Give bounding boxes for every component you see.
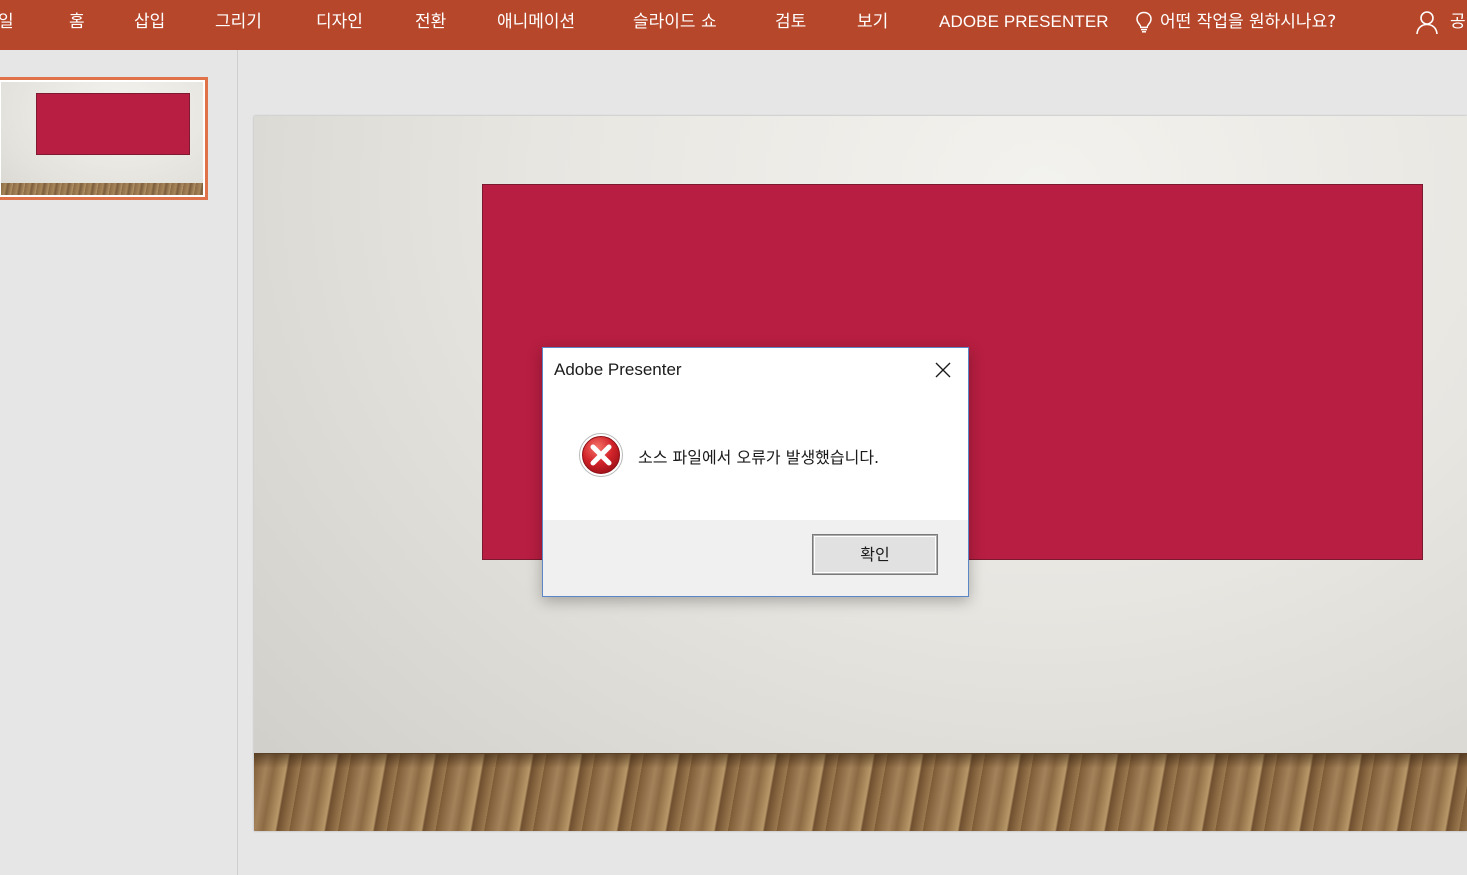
thumbnail-shape bbox=[36, 93, 190, 155]
thumbnail-preview bbox=[1, 82, 203, 195]
tab-transitions[interactable]: 전환 bbox=[415, 0, 446, 44]
thumbnail-floor bbox=[1, 183, 203, 195]
tab-adobe-presenter[interactable]: ADOBE PRESENTER bbox=[939, 0, 1109, 44]
error-dialog: Adobe Presenter 소스 파일에서 오류가 발생했습니다. 확인 bbox=[542, 347, 969, 597]
tab-file[interactable]: 일 bbox=[0, 0, 14, 44]
close-icon bbox=[935, 362, 951, 378]
dialog-title: Adobe Presenter bbox=[554, 360, 682, 379]
user-icon[interactable] bbox=[1414, 9, 1440, 35]
tab-home[interactable]: 홈 bbox=[69, 0, 85, 44]
dialog-message: 소스 파일에서 오류가 발생했습니다. bbox=[638, 448, 880, 467]
tab-review[interactable]: 검토 bbox=[775, 0, 806, 44]
tell-me-label: 어떤 작업을 원하시나요? bbox=[1160, 12, 1337, 32]
slide-thumbnail-1[interactable] bbox=[0, 77, 208, 200]
dialog-close-button[interactable] bbox=[919, 349, 965, 391]
lightbulb-icon bbox=[1136, 11, 1152, 33]
tab-slide-show[interactable]: 슬라이드 쇼 bbox=[633, 0, 717, 44]
tab-insert[interactable]: 삽입 bbox=[134, 0, 165, 44]
tab-view[interactable]: 보기 bbox=[857, 0, 888, 44]
tab-design[interactable]: 디자인 bbox=[316, 0, 363, 44]
tab-animations[interactable]: 애니메이션 bbox=[497, 0, 575, 44]
share-button[interactable]: 공 bbox=[1450, 0, 1466, 44]
dialog-footer: 확인 bbox=[543, 520, 968, 596]
tab-draw[interactable]: 그리기 bbox=[215, 0, 262, 44]
error-icon bbox=[579, 433, 623, 477]
ok-button[interactable]: 확인 bbox=[813, 535, 937, 574]
slide-wood-floor bbox=[254, 753, 1467, 831]
ribbon-tab-bar: 일 홈 삽입 그리기 디자인 전환 애니메이션 슬라이드 쇼 검토 보기 ADO… bbox=[0, 0, 1467, 50]
slide-thumbnail-pane bbox=[0, 50, 238, 875]
